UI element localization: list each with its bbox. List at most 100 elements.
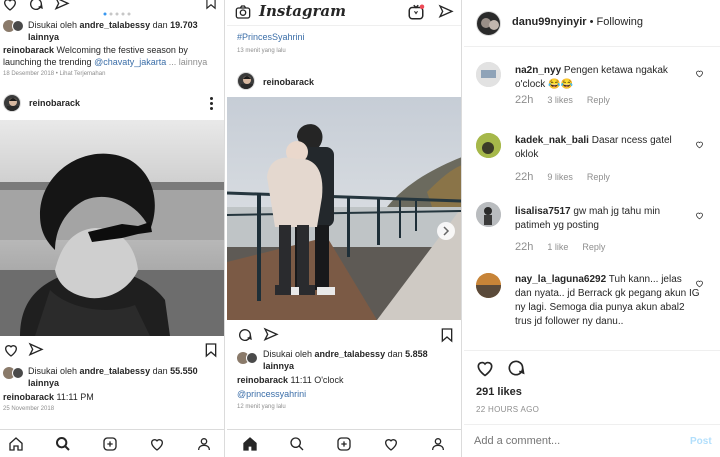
post-username[interactable]: reinobarack (263, 76, 314, 88)
comment-time: 22h (515, 94, 534, 106)
new-post-icon[interactable] (336, 436, 352, 452)
reply-button[interactable]: Reply (587, 172, 610, 182)
add-comment-input[interactable] (474, 433, 664, 449)
bookmark-icon[interactable] (439, 327, 455, 343)
comment-icon[interactable] (28, 0, 44, 12)
commenter-avatar[interactable] (476, 273, 501, 298)
commenter-avatar[interactable] (476, 133, 501, 158)
comment-username[interactable]: lisalisa7517 (515, 206, 571, 217)
new-post-icon[interactable] (102, 436, 118, 452)
hashtag-link[interactable]: #PrincesSyahrini (237, 31, 305, 43)
comments-panel: danu99nyinyir • Following na2n_nyy Penge… (464, 0, 720, 457)
liked-by-and: dan (385, 349, 406, 359)
liked-by-others[interactable]: lainnya (28, 378, 59, 388)
caption-mention[interactable]: @chavaty_jakarta (94, 57, 166, 67)
post-avatar[interactable] (3, 94, 21, 112)
likes-count[interactable]: 291 likes (476, 386, 522, 398)
comment-body: na2n_nyy Pengen ketawa ngakak o'clock 😂😂 (515, 64, 695, 92)
caption-user[interactable]: reinobarack (237, 375, 288, 385)
share-icon[interactable] (28, 342, 44, 358)
caption-text: 11:11 PM (54, 392, 94, 402)
timestamp: 18 Desember 2018 (3, 71, 55, 77)
caption-more[interactable]: ... lainnya (166, 57, 208, 67)
carousel-dots (102, 3, 142, 16)
post-timestamp: 25 November 2018 (3, 406, 55, 412)
home-icon[interactable] (8, 436, 24, 452)
following-button[interactable]: Following (597, 16, 643, 28)
search-icon[interactable] (55, 436, 71, 452)
post-timestamp: 13 menit yang lalu (237, 48, 286, 54)
comment-time: 22h (515, 171, 534, 183)
liked-by-user[interactable]: andre_talabessy (80, 20, 151, 30)
instagram-logo[interactable]: Instagram (259, 2, 346, 20)
bookmark-icon[interactable] (204, 0, 218, 10)
bottom-nav (0, 429, 224, 457)
comment-body: nay_la_laguna6292 Tuh kann... jelas dan … (515, 273, 700, 329)
liked-by-count[interactable]: 19.703 (170, 20, 198, 30)
liked-by-count[interactable]: 5.858 (405, 349, 428, 359)
liked-by-prefix: Disukai oleh (28, 20, 80, 30)
profile-icon[interactable] (430, 436, 446, 452)
translate-link[interactable]: • Lihat Terjemahan (54, 71, 106, 77)
comment-like-icon[interactable] (695, 211, 704, 220)
comment-icon[interactable] (506, 358, 526, 378)
header-avatar[interactable] (476, 11, 501, 36)
comment-likes[interactable]: 1 like (547, 242, 568, 252)
post-photo[interactable] (0, 120, 224, 336)
comment-icon[interactable] (237, 327, 253, 343)
post-timestamp: 12 menit yang lalu (237, 404, 286, 410)
liked-by-and: dan (150, 20, 171, 30)
profile-icon[interactable] (196, 436, 212, 452)
igtv-icon[interactable] (407, 3, 425, 21)
commenter-avatar[interactable] (476, 202, 501, 227)
comment-like-icon[interactable] (695, 279, 704, 288)
liked-by-count[interactable]: 55.550 (170, 366, 198, 376)
heart-icon[interactable] (475, 358, 495, 378)
home-icon[interactable] (242, 436, 258, 452)
camera-icon[interactable] (235, 4, 251, 20)
comment-likes[interactable]: 9 likes (547, 172, 573, 182)
reply-button[interactable]: Reply (587, 95, 610, 105)
caption-user[interactable]: reinobarack (3, 45, 54, 55)
liked-by-prefix: Disukai oleh (263, 349, 315, 359)
direct-message-icon[interactable] (438, 4, 454, 20)
liked-by-text: Disukai oleh andre_talabessy dan 5.858 l… (263, 348, 458, 372)
search-icon[interactable] (289, 436, 305, 452)
feed-panel-left: Disukai oleh andre_talabessy dan 19.703 … (0, 0, 225, 457)
liked-by-user[interactable]: andre_talabessy (315, 349, 386, 359)
header-username[interactable]: danu99nyinyir (512, 16, 587, 28)
comment-username[interactable]: nay_la_laguna6292 (515, 274, 606, 285)
caption-user[interactable]: reinobarack (3, 392, 54, 402)
activity-icon[interactable] (149, 436, 165, 452)
post-date: 22 HOURS AGO (476, 405, 540, 414)
post-caption: reinobarack Welcoming the festive season… (3, 44, 223, 68)
liked-by-user[interactable]: andre_talabessy (80, 366, 151, 376)
post-caption: reinobarack 11:11 PM (3, 391, 94, 403)
post-avatar[interactable] (237, 72, 255, 90)
comment-likes[interactable]: 3 likes (547, 95, 573, 105)
comment-username[interactable]: na2n_nyy (515, 65, 561, 76)
liked-by-others[interactable]: lainnya (28, 32, 59, 42)
caption-mention[interactable]: @princessyahrini (237, 388, 306, 400)
heart-icon[interactable] (2, 0, 18, 12)
post-comment-button[interactable]: Post (690, 436, 712, 447)
post-caption: reinobarack 11:11 O'clock (237, 374, 343, 386)
reply-button[interactable]: Reply (582, 242, 605, 252)
heart-icon[interactable] (3, 342, 19, 358)
caption-text: launching the trending (3, 57, 95, 67)
liked-by-text: Disukai oleh andre_talabessy dan 19.703 … (28, 19, 223, 43)
header-text: danu99nyinyir • Following (512, 16, 643, 28)
commenter-avatar[interactable] (476, 62, 501, 87)
bookmark-icon[interactable] (203, 342, 219, 358)
comment-username[interactable]: kadek_nak_bali (515, 135, 589, 146)
comment-like-icon[interactable] (695, 140, 704, 149)
share-icon[interactable] (54, 0, 70, 12)
post-photo[interactable] (227, 97, 461, 320)
app-header: Instagram (227, 0, 461, 26)
share-icon[interactable] (263, 327, 279, 343)
more-options-icon[interactable] (210, 97, 214, 111)
post-username[interactable]: reinobarack (29, 97, 80, 109)
comment-like-icon[interactable] (695, 69, 704, 78)
activity-icon[interactable] (383, 436, 399, 452)
liked-by-others[interactable]: lainnya (263, 361, 294, 371)
